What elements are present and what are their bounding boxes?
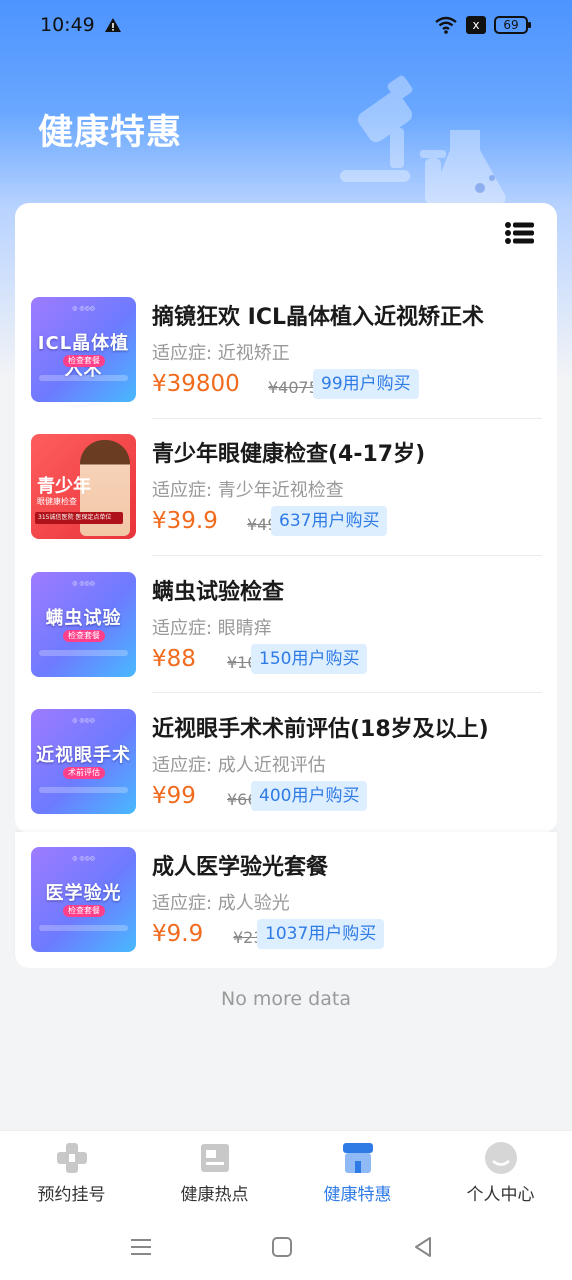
thumbnail-logo: ◎ ◎◎◎ xyxy=(72,855,95,862)
status-time: 10:49 xyxy=(40,14,95,36)
tab-profile[interactable]: 个人中心 xyxy=(429,1131,572,1213)
thumbnail-strip xyxy=(39,650,128,656)
tab-appointment[interactable]: 预约挂号 xyxy=(0,1131,143,1213)
buyers-badge: 99用户购买 xyxy=(313,369,419,399)
list-item[interactable]: ◎ ◎◎◎ 螨虫试验 检查套餐 螨虫试验检查 适应症: 眼睛痒 ¥88 ¥100… xyxy=(31,572,543,709)
thumbnail-tag: 检查套餐 xyxy=(63,355,105,367)
product-indication: 适应症: 眼睛痒 xyxy=(152,618,272,639)
product-name: 近视眼手术术前评估(18岁及以上) xyxy=(152,717,489,742)
profile-icon xyxy=(485,1142,517,1174)
status-bar: 10:49 x 69 xyxy=(0,0,572,52)
menu-icon[interactable] xyxy=(126,1232,156,1262)
buyers-badge: 1037用户购买 xyxy=(257,919,385,949)
list-item[interactable]: ◎ ◎◎◎ ICL晶体植入术 检查套餐 摘镜狂欢 ICL晶体植入近视矫正术 适应… xyxy=(31,297,543,434)
thumbnail-strip xyxy=(39,787,128,793)
divider xyxy=(152,418,542,419)
tab-label: 健康热点 xyxy=(180,1185,249,1205)
product-indication: 适应症: 近视矫正 xyxy=(152,343,290,364)
thumbnail-logo: ◎ ◎◎◎ xyxy=(72,717,95,724)
product-price: ¥39800 xyxy=(152,371,240,397)
product-name: 青少年眼健康检查(4-17岁) xyxy=(152,442,426,467)
bottom-tab-bar: 预约挂号 健康热点 健康特惠 个人中心 xyxy=(0,1130,572,1212)
sim-icon: x xyxy=(466,16,486,34)
tab-health-news[interactable]: 健康热点 xyxy=(143,1131,286,1213)
list-view-icon[interactable] xyxy=(505,222,535,244)
page-title: 健康特惠 xyxy=(38,113,183,153)
thumbnail-bar: 315诚信医院 医保定点单位 xyxy=(35,512,123,524)
wifi-icon xyxy=(435,16,457,34)
product-thumbnail: ◎ ◎◎◎ 螨虫试验 检查套餐 xyxy=(31,572,136,677)
buyers-badge: 400用户购买 xyxy=(251,781,368,811)
thumbnail-title: 近视眼手术 xyxy=(36,745,131,766)
list-item[interactable]: 青少年 眼健康检查 315诚信医院 医保定点单位 青少年眼健康检查(4-17岁)… xyxy=(31,434,543,571)
product-price: ¥9.9 xyxy=(152,921,204,947)
tab-label: 个人中心 xyxy=(466,1185,535,1205)
back-icon[interactable] xyxy=(408,1232,438,1262)
thumbnail-tag: 检查套餐 xyxy=(63,905,105,917)
thumbnail-strip xyxy=(39,375,128,381)
appointment-icon xyxy=(57,1143,87,1173)
news-icon xyxy=(201,1144,229,1172)
thumbnail-title: 青少年 xyxy=(37,476,91,497)
list-item[interactable]: ◎ ◎◎◎ 近视眼手术 术前评估 近视眼手术术前评估(18岁及以上) 适应症: … xyxy=(31,709,543,846)
thumbnail-tag: 眼健康检查 xyxy=(37,497,77,506)
tab-label: 预约挂号 xyxy=(37,1185,106,1205)
product-price: ¥99 xyxy=(152,783,196,809)
shop-icon xyxy=(343,1143,373,1173)
thumbnail-title: 螨虫试验 xyxy=(45,608,122,629)
no-more-data-label: No more data xyxy=(221,988,351,1010)
product-price: ¥88 xyxy=(152,646,196,672)
thumbnail-tag: 术前评估 xyxy=(63,767,105,779)
divider xyxy=(152,692,542,693)
thumbnail-tag: 检查套餐 xyxy=(63,630,105,642)
product-name: 成人医学验光套餐 xyxy=(152,855,329,880)
buyers-badge: 150用户购买 xyxy=(251,644,368,674)
home-icon[interactable] xyxy=(267,1232,297,1262)
product-indication: 适应症: 成人验光 xyxy=(152,893,290,914)
tab-label: 健康特惠 xyxy=(323,1185,392,1205)
product-price: ¥39.9 xyxy=(152,508,218,534)
thumbnail-logo: ◎ ◎◎◎ xyxy=(72,580,95,587)
list-item[interactable]: ◎ ◎◎◎ 医学验光 检查套餐 成人医学验光套餐 适应症: 成人验光 ¥9.9 … xyxy=(31,847,543,984)
product-indication: 适应症: 青少年近视检查 xyxy=(152,480,344,501)
thumbnail-title: 医学验光 xyxy=(45,883,122,904)
divider xyxy=(152,555,542,556)
battery-icon: 69 xyxy=(494,16,531,34)
thumbnail-strip xyxy=(39,925,128,931)
product-name: 摘镜狂欢 ICL晶体植入近视矫正术 xyxy=(152,305,485,330)
buyers-badge: 637用户购买 xyxy=(271,506,388,536)
thumbnail-logo: ◎ ◎◎◎ xyxy=(72,305,95,312)
product-indication: 适应症: 成人近视评估 xyxy=(152,755,326,776)
product-name: 螨虫试验检查 xyxy=(152,580,285,605)
warning-icon xyxy=(105,18,121,32)
system-nav-bar xyxy=(0,1212,572,1280)
tab-health-deals[interactable]: 健康特惠 xyxy=(286,1131,429,1213)
product-thumbnail: 青少年 眼健康检查 315诚信医院 医保定点单位 xyxy=(31,434,136,539)
product-thumbnail: ◎ ◎◎◎ 医学验光 检查套餐 xyxy=(31,847,136,952)
product-thumbnail: ◎ ◎◎◎ 近视眼手术 术前评估 xyxy=(31,709,136,814)
microscope-illustration xyxy=(340,75,506,205)
product-thumbnail: ◎ ◎◎◎ ICL晶体植入术 检查套餐 xyxy=(31,297,136,402)
